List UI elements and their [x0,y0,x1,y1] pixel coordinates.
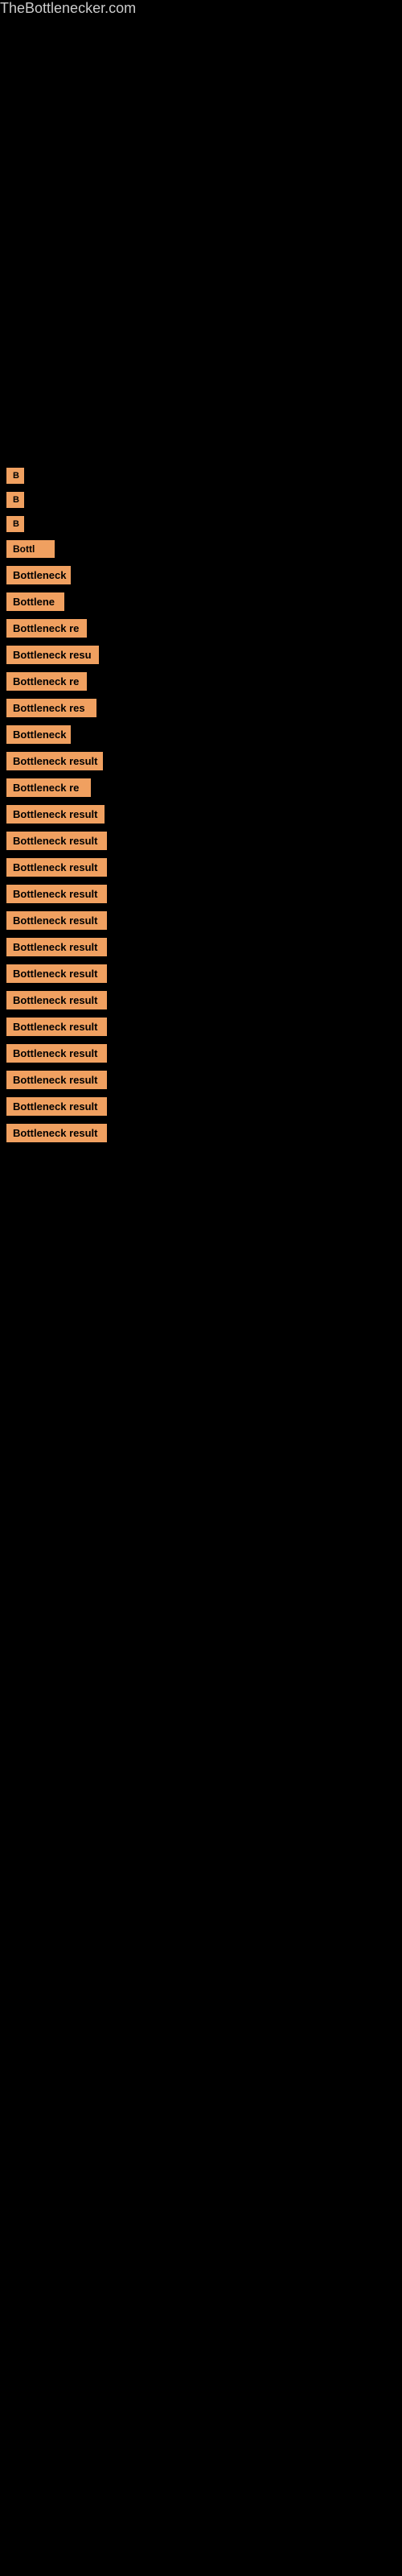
list-item[interactable]: Bottleneck result [6,858,396,877]
result-badge[interactable]: Bottleneck result [6,991,107,1009]
list-item[interactable]: Bottleneck result [6,752,396,770]
result-badge[interactable]: Bottleneck result [6,1044,107,1063]
list-item[interactable]: Bottlene [6,592,396,611]
site-title: TheBottlenecker.com [0,0,402,17]
list-item[interactable]: Bottleneck result [6,964,396,983]
list-item[interactable]: B [6,516,396,532]
list-item[interactable]: Bottleneck result [6,1018,396,1036]
list-item[interactable]: Bottleneck re [6,619,396,638]
result-badge[interactable]: Bottleneck result [6,1018,107,1036]
result-badge[interactable]: Bottleneck result [6,885,107,903]
list-item[interactable]: B [6,492,396,508]
list-item[interactable]: B [6,468,396,484]
result-badge[interactable]: Bottleneck re [6,619,87,638]
list-item[interactable]: Bottleneck [6,725,396,744]
result-badge[interactable]: Bottleneck result [6,1097,107,1116]
list-item[interactable]: Bottleneck re [6,778,396,797]
list-item[interactable]: Bottleneck res [6,699,396,717]
result-badge[interactable]: B [6,516,24,532]
list-item[interactable]: Bottleneck result [6,911,396,930]
result-badge[interactable]: Bottleneck result [6,938,107,956]
list-item[interactable]: Bottleneck result [6,832,396,850]
list-item[interactable]: Bottleneck result [6,1071,396,1089]
result-badge[interactable]: Bottleneck [6,725,71,744]
list-item[interactable]: Bottleneck re [6,672,396,691]
result-badge[interactable]: Bottlene [6,592,64,611]
results-container: B B B Bottl Bottleneck Bottlene Bottlene… [0,468,402,1142]
list-item[interactable]: Bottleneck result [6,805,396,824]
result-badge[interactable]: Bottleneck result [6,832,107,850]
result-badge[interactable]: Bottleneck result [6,911,107,930]
result-badge[interactable]: Bottleneck result [6,858,107,877]
result-badge[interactable]: Bottleneck resu [6,646,99,664]
list-item[interactable]: Bottleneck result [6,885,396,903]
result-badge[interactable]: Bottleneck [6,566,71,584]
result-badge[interactable]: Bottleneck re [6,672,87,691]
result-badge[interactable]: B [6,492,24,508]
result-badge[interactable]: Bottleneck re [6,778,91,797]
list-item[interactable]: Bottleneck result [6,938,396,956]
list-item[interactable]: Bottleneck result [6,991,396,1009]
result-badge[interactable]: Bottl [6,540,55,558]
result-badge[interactable]: B [6,468,24,484]
result-badge[interactable]: Bottleneck result [6,805,105,824]
list-item[interactable]: Bottl [6,540,396,558]
list-item[interactable]: Bottleneck result [6,1124,396,1142]
list-item[interactable]: Bottleneck resu [6,646,396,664]
list-item[interactable]: Bottleneck result [6,1044,396,1063]
list-item[interactable]: Bottleneck result [6,1097,396,1116]
result-badge[interactable]: Bottleneck result [6,1124,107,1142]
result-badge[interactable]: Bottleneck result [6,752,103,770]
result-badge[interactable]: Bottleneck res [6,699,96,717]
result-badge[interactable]: Bottleneck result [6,964,107,983]
result-badge[interactable]: Bottleneck result [6,1071,107,1089]
list-item[interactable]: Bottleneck [6,566,396,584]
